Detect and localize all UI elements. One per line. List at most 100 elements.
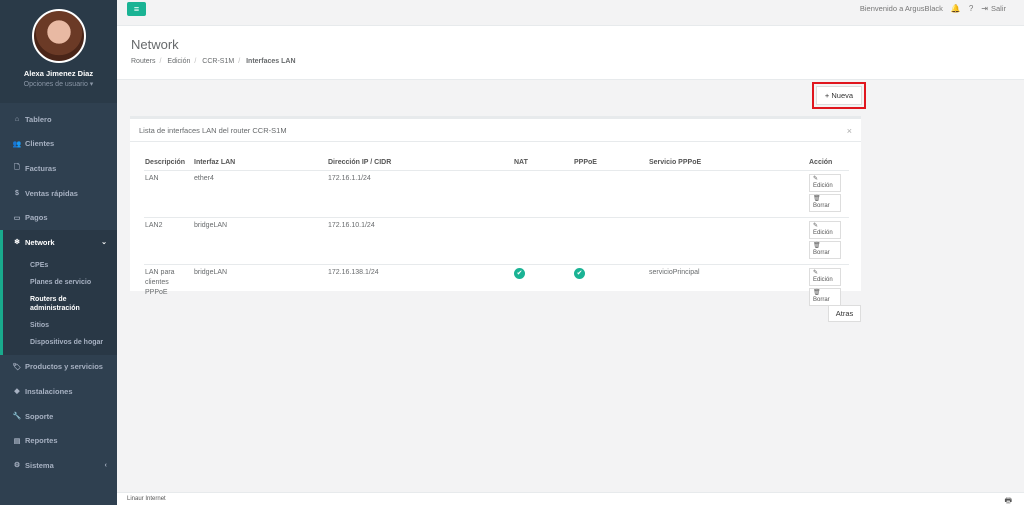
sidebar-item-label: Network xyxy=(25,237,55,247)
cell-pppoe xyxy=(573,216,648,264)
tag-icon: 🏷 xyxy=(12,363,22,371)
diamond-icon: ◆ xyxy=(14,388,20,396)
breadcrumb: Routers / Edición / CCR-S1M / Interfaces LA… xyxy=(131,58,296,65)
sidebar-item-productos[interactable]: 🏷 Productos y servicios xyxy=(0,355,117,380)
footer: Linaur Internet 🖶 xyxy=(117,492,1024,505)
col-descripcion: Descripción xyxy=(144,155,193,171)
sidebar-item-soporte[interactable]: 🔧 Soporte xyxy=(0,404,117,429)
wrench-icon: 🔧 xyxy=(12,413,22,421)
sidebar-item-sistema[interactable]: ⚙ Sistema ‹ xyxy=(0,453,117,478)
sidebar-item-tablero[interactable]: ⌂ Tablero xyxy=(0,107,117,132)
cell-descripcion: LAN xyxy=(144,169,193,217)
help-icon[interactable]: ? xyxy=(969,4,973,13)
cell-pppoe: ✔ xyxy=(573,263,648,311)
bell-icon[interactable]: 🔔 xyxy=(951,4,961,13)
check-icon: ✔ xyxy=(514,267,525,279)
lan-interfaces-panel: Lista de interfaces LAN del router CCR-S… xyxy=(130,116,861,311)
sidebar-item-reportes[interactable]: ▤ Reportes xyxy=(0,428,117,453)
sidebar-item-network[interactable]: ❄ Network ⌄ xyxy=(0,229,117,255)
nueva-highlight: + Nueva xyxy=(812,82,866,109)
page-title: Network xyxy=(131,37,179,52)
dashboard-icon: ⌂ xyxy=(14,115,20,123)
chevron-down-icon: ⌄ xyxy=(101,239,107,247)
nueva-button[interactable]: + Nueva xyxy=(816,86,862,105)
sidebar-item-label: Facturas xyxy=(25,163,57,173)
edit-button[interactable]: ✎ Edición xyxy=(809,267,841,286)
user-name: Alexa Jimenez Diaz xyxy=(23,69,94,78)
cell-servicio: servicioPrincipal xyxy=(648,263,808,311)
sidebar-item-label: Sistema xyxy=(25,460,54,470)
dollar-icon: $ xyxy=(15,189,19,197)
page-heading: Network Routers / Edición / CCR-S1M / Inter… xyxy=(117,26,1024,80)
cell-pppoe xyxy=(573,169,648,217)
cell-accion: ✎ Edición 🗑 Borrar xyxy=(808,216,849,264)
breadcrumb-routers[interactable]: Routers xyxy=(131,58,156,65)
sidebar-item-clientes[interactable]: 👥 Clientes xyxy=(0,132,117,157)
logout-link[interactable]: Salir xyxy=(991,4,1006,13)
cell-descripcion: LAN para clientes PPPoE xyxy=(144,263,193,311)
sidebar-item-label: Reportes xyxy=(25,436,58,446)
user-options-dropdown[interactable]: Opciones de usuario ▾ xyxy=(24,80,94,88)
cell-descripcion: LAN2 xyxy=(144,216,193,264)
submenu-item-routers[interactable]: Routers de administración xyxy=(3,291,117,317)
col-accion: Acción xyxy=(808,155,849,171)
breadcrumb-current: Interfaces LAN xyxy=(246,58,296,65)
avatar[interactable] xyxy=(31,9,86,63)
breadcrumb-edicion[interactable]: Edición xyxy=(167,58,190,65)
check-icon: ✔ xyxy=(574,267,585,279)
menu-toggle-button[interactable]: ≡ xyxy=(127,2,146,16)
table-row: LAN2 bridgeLAN 172.16.10.1/24 ✎ Edición 🗑 Bo… xyxy=(144,216,849,264)
panel-title: Lista de interfaces LAN del router CCR-S… xyxy=(130,119,861,142)
sidebar-item-pagos[interactable]: ▭ Pagos xyxy=(0,205,117,230)
cell-nat xyxy=(513,169,573,217)
file-icon: 🗋 xyxy=(14,163,20,171)
cell-nat xyxy=(513,216,573,264)
sidebar-item-label: Tablero xyxy=(25,114,52,124)
book-icon: ▤ xyxy=(13,437,21,445)
sidebar-nav: ⌂ Tablero 👥 Clientes 🗋 Facturas $ Ventas ráp… xyxy=(0,107,117,478)
cell-interfaz: ether4 xyxy=(193,169,327,217)
edit-button[interactable]: ✎ Edición xyxy=(809,173,841,192)
sidebar-item-label: Clientes xyxy=(25,139,55,149)
col-nat: NAT xyxy=(513,155,573,171)
print-icon[interactable]: 🖶 xyxy=(1004,495,1012,505)
cell-accion: ✎ Edición 🗑 Borrar xyxy=(808,169,849,217)
table-row: LAN para clientes PPPoE bridgeLAN 172.16.1… xyxy=(144,263,849,311)
col-interfaz: Interfaz LAN xyxy=(193,155,327,171)
delete-button[interactable]: 🗑 Borrar xyxy=(809,287,841,306)
sidebar-item-facturas[interactable]: 🗋 Facturas xyxy=(0,156,117,181)
logout-icon: ⇥ xyxy=(981,4,988,13)
top-right-bar: Bienvenido a ArgusBlack 🔔 ? ⇥ Salir xyxy=(852,4,1006,13)
sidebar-item-label: Productos y servicios xyxy=(25,362,103,372)
delete-button[interactable]: 🗑 Borrar xyxy=(809,193,841,212)
lan-interfaces-table: Descripción Interfaz LAN Dirección IP / … xyxy=(144,155,849,311)
cell-accion: ✎ Edición 🗑 Borrar xyxy=(808,263,849,311)
table-row: LAN ether4 172.16.1.1/24 ✎ Edición 🗑 Borrar xyxy=(144,169,849,217)
users-icon: 👥 xyxy=(12,140,22,148)
submenu-item-cpes[interactable]: CPEs xyxy=(3,257,117,274)
sidebar-item-label: Pagos xyxy=(25,213,48,223)
sidebar-item-ventas[interactable]: $ Ventas rápidas xyxy=(0,181,117,206)
cell-servicio xyxy=(648,216,808,264)
cell-ip: 172.16.1.1/24 xyxy=(327,169,513,217)
network-submenu: CPEs Planes de servicio Routers de admin… xyxy=(0,254,117,355)
close-icon[interactable]: × xyxy=(847,126,852,136)
cell-ip: 172.16.138.1/24 xyxy=(327,263,513,311)
cell-interfaz: bridgeLAN xyxy=(193,216,327,264)
edit-button[interactable]: ✎ Edición xyxy=(809,220,841,239)
delete-button[interactable]: 🗑 Borrar xyxy=(809,240,841,259)
sidebar-item-instalaciones[interactable]: ◆ Instalaciones xyxy=(0,379,117,404)
gear-icon: ⚙ xyxy=(13,462,21,470)
user-profile: Alexa Jimenez Diaz Opciones de usuario ▾ xyxy=(0,0,117,103)
cell-ip: 172.16.10.1/24 xyxy=(327,216,513,264)
submenu-item-sitios[interactable]: Sitios xyxy=(3,317,117,334)
top-navbar: ≡ Bienvenido a ArgusBlack 🔔 ? ⇥ Salir xyxy=(117,0,1024,26)
submenu-item-planes[interactable]: Planes de servicio xyxy=(3,274,117,291)
footer-text: Linaur Internet xyxy=(127,496,166,502)
atras-button[interactable]: Atras xyxy=(828,305,861,322)
snowflake-icon: ❄ xyxy=(14,239,20,247)
cell-interfaz: bridgeLAN xyxy=(193,263,327,311)
breadcrumb-router[interactable]: CCR-S1M xyxy=(202,58,234,65)
submenu-item-dispositivos[interactable]: Dispositivos de hogar xyxy=(3,334,117,351)
sidebar-item-label: Instalaciones xyxy=(25,386,73,396)
